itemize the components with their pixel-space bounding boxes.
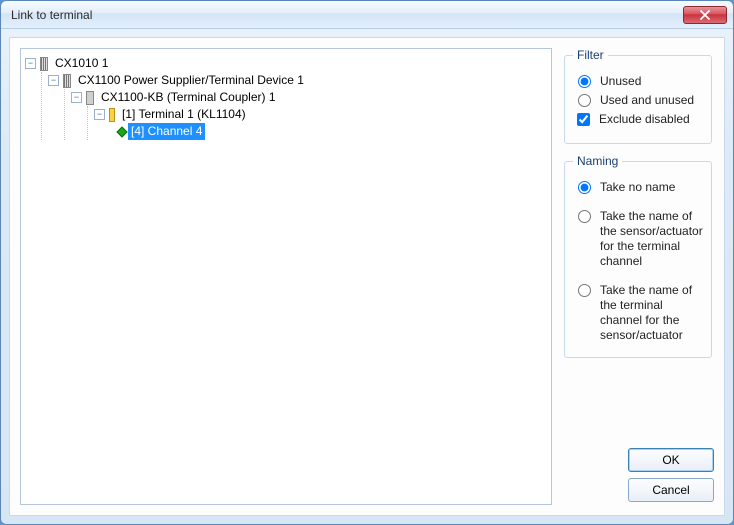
device-icon [86, 91, 94, 105]
tree-label: [1] Terminal 1 (KL1104) [119, 106, 249, 123]
filter-unused-label: Unused [600, 74, 641, 89]
tree-node-coupler[interactable]: CX1100-KB (Terminal Coupler) 1 [71, 89, 547, 106]
naming-channel-for-sensor-label: Take the name of the terminal channel fo… [600, 283, 703, 343]
tree-label: CX1100-KB (Terminal Coupler) 1 [98, 89, 279, 106]
close-icon [700, 10, 710, 20]
window-title: Link to terminal [11, 8, 683, 22]
tree-label-selected: [4] Channel 4 [128, 123, 205, 140]
expand-toggle[interactable] [25, 58, 36, 69]
titlebar[interactable]: Link to terminal [1, 1, 733, 29]
tree-node-channel[interactable]: [4] Channel 4 [116, 123, 547, 140]
naming-channel-for-sensor-radio[interactable] [578, 284, 591, 297]
tree-panel[interactable]: CX1010 1 CX1100 Power Supplier/Terminal … [20, 48, 552, 505]
naming-none-radio[interactable] [578, 181, 591, 194]
close-button[interactable] [683, 6, 727, 24]
content-area: CX1010 1 CX1100 Power Supplier/Terminal … [9, 37, 725, 516]
device-icon [63, 74, 71, 88]
naming-legend: Naming [573, 154, 622, 168]
filter-group: Filter Unused Used and unused Exclude di… [564, 48, 712, 144]
spacer [562, 368, 714, 445]
ok-button[interactable]: OK [628, 448, 714, 472]
channel-icon [116, 126, 128, 138]
filter-exclude-disabled-checkbox[interactable] [577, 113, 590, 126]
side-panel: Filter Unused Used and unused Exclude di… [562, 48, 714, 505]
tree-node-terminal[interactable]: [1] Terminal 1 (KL1104) [94, 106, 547, 123]
filter-legend: Filter [573, 48, 608, 62]
cancel-button[interactable]: Cancel [628, 478, 714, 502]
tree-label: CX1100 Power Supplier/Terminal Device 1 [75, 72, 307, 89]
tree-label: CX1010 1 [52, 55, 111, 72]
tree-node-cx1100[interactable]: CX1100 Power Supplier/Terminal Device 1 [48, 72, 547, 89]
terminal-icon [109, 108, 115, 122]
device-icon [40, 57, 48, 71]
expand-toggle[interactable] [71, 92, 82, 103]
naming-group: Naming Take no name Take the name of the… [564, 154, 712, 358]
filter-used-unused-label: Used and unused [600, 93, 694, 108]
tree-node-cx1010[interactable]: CX1010 1 [25, 55, 547, 72]
naming-none-label: Take no name [600, 180, 675, 195]
filter-exclude-disabled-label: Exclude disabled [599, 112, 690, 127]
expand-toggle[interactable] [48, 75, 59, 86]
naming-sensor-for-channel-radio[interactable] [578, 210, 591, 223]
expand-toggle[interactable] [94, 109, 105, 120]
dialog-window: Link to terminal CX1010 1 CX1100 Power S… [0, 0, 734, 525]
filter-used-unused-radio[interactable] [578, 94, 591, 107]
tree-view[interactable]: CX1010 1 CX1100 Power Supplier/Terminal … [25, 55, 547, 140]
filter-unused-radio[interactable] [578, 75, 591, 88]
naming-sensor-for-channel-label: Take the name of the sensor/actuator for… [600, 209, 703, 269]
